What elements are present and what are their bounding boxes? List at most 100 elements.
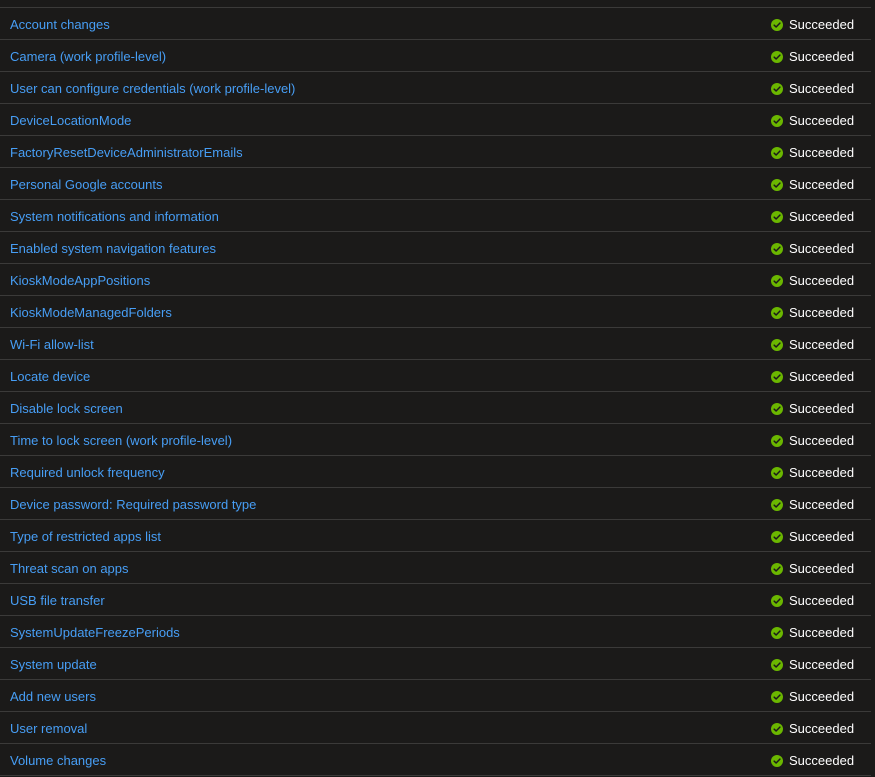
status-text: Succeeded <box>789 561 855 576</box>
setting-name-link[interactable]: Wi-Fi allow-list <box>10 337 94 353</box>
status-text: Succeeded <box>789 113 855 128</box>
setting-name-link[interactable]: Time to lock screen (work profile-level) <box>10 433 232 449</box>
status-cell: Succeeded <box>771 113 854 129</box>
check-circle-icon <box>771 147 783 159</box>
table-row: Disable lock screen Succeeded <box>0 392 871 424</box>
table-row: SystemUpdateFreezePeriods Succeeded <box>0 616 871 648</box>
check-circle-icon <box>771 371 783 383</box>
setting-name-link[interactable]: System notifications and information <box>10 209 219 225</box>
check-circle-icon <box>771 275 783 287</box>
table-row: Type of restricted apps list Succeeded <box>0 520 871 552</box>
settings-status-list: Account changes Succeeded Camera (work p… <box>0 0 875 777</box>
table-row: KioskModeManagedFolders Succeeded <box>0 296 871 328</box>
table-row: KioskModeAppPositions Succeeded <box>0 264 871 296</box>
setting-name-link[interactable]: Device password: Required password type <box>10 497 256 513</box>
setting-name-link[interactable]: Personal Google accounts <box>10 177 162 193</box>
status-text: Succeeded <box>789 721 855 736</box>
setting-name-link[interactable]: System update <box>10 657 97 673</box>
table-row: Threat scan on apps Succeeded <box>0 552 871 584</box>
status-text: Succeeded <box>789 369 855 384</box>
status-cell: Succeeded <box>771 561 854 577</box>
status-cell: Succeeded <box>771 401 854 417</box>
status-text: Succeeded <box>789 273 855 288</box>
setting-name-link[interactable]: Add new users <box>10 689 96 705</box>
setting-name-link[interactable]: User can configure credentials (work pro… <box>10 81 295 97</box>
status-text: Succeeded <box>789 17 855 32</box>
check-circle-icon <box>771 467 783 479</box>
status-text: Succeeded <box>789 401 855 416</box>
status-text: Succeeded <box>789 593 855 608</box>
status-cell: Succeeded <box>771 369 854 385</box>
status-cell: Succeeded <box>771 305 854 321</box>
setting-name-link[interactable]: DeviceLocationMode <box>10 113 131 129</box>
status-text: Succeeded <box>789 753 855 768</box>
check-circle-icon <box>771 659 783 671</box>
status-text: Succeeded <box>789 305 855 320</box>
table-row: Camera (work profile-level) Succeeded <box>0 40 871 72</box>
check-circle-icon <box>771 755 783 767</box>
check-circle-icon <box>771 435 783 447</box>
table-row: Personal Google accounts Succeeded <box>0 168 871 200</box>
status-cell: Succeeded <box>771 433 854 449</box>
setting-name-link[interactable]: Locate device <box>10 369 90 385</box>
table-row: Account changes Succeeded <box>0 8 871 40</box>
status-cell: Succeeded <box>771 689 854 705</box>
status-text: Succeeded <box>789 689 855 704</box>
check-circle-icon <box>771 531 783 543</box>
status-text: Succeeded <box>789 241 855 256</box>
setting-name-link[interactable]: USB file transfer <box>10 593 105 609</box>
table-row: User removal Succeeded <box>0 712 871 744</box>
check-circle-icon <box>771 83 783 95</box>
check-circle-icon <box>771 339 783 351</box>
status-cell: Succeeded <box>771 273 854 289</box>
status-text: Succeeded <box>789 625 855 640</box>
status-text: Succeeded <box>789 465 855 480</box>
table-row: USB file transfer Succeeded <box>0 584 871 616</box>
status-cell: Succeeded <box>771 145 854 161</box>
setting-name-link[interactable]: Volume changes <box>10 753 106 769</box>
status-cell: Succeeded <box>771 529 854 545</box>
check-circle-icon <box>771 723 783 735</box>
setting-name-link[interactable]: Disable lock screen <box>10 401 123 417</box>
status-text: Succeeded <box>789 337 855 352</box>
status-text: Succeeded <box>789 145 855 160</box>
setting-name-link[interactable]: User removal <box>10 721 87 737</box>
status-cell: Succeeded <box>771 497 854 513</box>
table-row: Add new users Succeeded <box>0 680 871 712</box>
status-cell: Succeeded <box>771 177 854 193</box>
setting-name-link[interactable]: Type of restricted apps list <box>10 529 161 545</box>
check-circle-icon <box>771 243 783 255</box>
status-text: Succeeded <box>789 433 855 448</box>
setting-name-link[interactable]: Account changes <box>10 17 110 33</box>
table-row: Time to lock screen (work profile-level)… <box>0 424 871 456</box>
table-row: System update Succeeded <box>0 648 871 680</box>
setting-name-link[interactable]: SystemUpdateFreezePeriods <box>10 625 180 641</box>
check-circle-icon <box>771 115 783 127</box>
table-row: Enabled system navigation features Succe… <box>0 232 871 264</box>
setting-name-link[interactable]: KioskModeManagedFolders <box>10 305 172 321</box>
status-cell: Succeeded <box>771 49 854 65</box>
check-circle-icon <box>771 51 783 63</box>
status-text: Succeeded <box>789 657 855 672</box>
setting-name-link[interactable]: Camera (work profile-level) <box>10 49 166 65</box>
check-circle-icon <box>771 211 783 223</box>
check-circle-icon <box>771 627 783 639</box>
status-cell: Succeeded <box>771 337 854 353</box>
table-row: Locate device Succeeded <box>0 360 871 392</box>
check-circle-icon <box>771 595 783 607</box>
table-row: Wi-Fi allow-list Succeeded <box>0 328 871 360</box>
setting-name-link[interactable]: Enabled system navigation features <box>10 241 216 257</box>
setting-name-link[interactable]: FactoryResetDeviceAdministratorEmails <box>10 145 243 161</box>
table-row: Volume changes Succeeded <box>0 744 871 776</box>
status-cell: Succeeded <box>771 465 854 481</box>
status-cell: Succeeded <box>771 209 854 225</box>
setting-name-link[interactable]: KioskModeAppPositions <box>10 273 150 289</box>
status-cell: Succeeded <box>771 241 854 257</box>
check-circle-icon <box>771 179 783 191</box>
status-text: Succeeded <box>789 497 855 512</box>
setting-name-link[interactable]: Threat scan on apps <box>10 561 129 577</box>
status-cell: Succeeded <box>771 625 854 641</box>
check-circle-icon <box>771 307 783 319</box>
setting-name-link[interactable]: Required unlock frequency <box>10 465 165 481</box>
check-circle-icon <box>771 563 783 575</box>
